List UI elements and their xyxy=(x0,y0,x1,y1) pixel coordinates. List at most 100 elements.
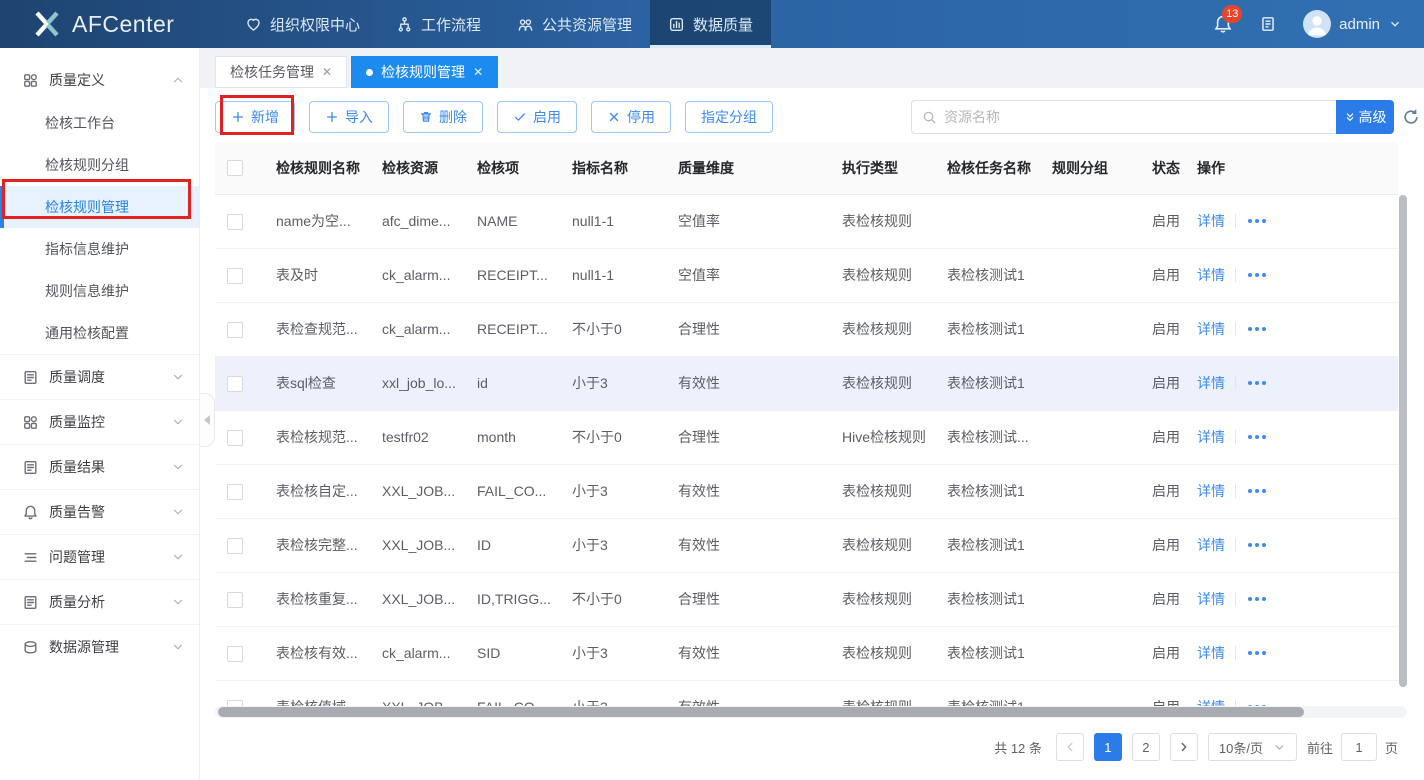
table-row[interactable]: 表及时 ck_alarm... RECEIPT... null1-1 空值率 表检核规则表… xyxy=(215,248,1398,303)
row-checkbox[interactable] xyxy=(227,213,243,230)
more-actions-button[interactable] xyxy=(1246,271,1268,279)
next-page-button[interactable] xyxy=(1169,733,1198,761)
table-container: 检核规则名称 检核资源 检核项 指标名称 质量维度 执行类型 检核任务名称 规则分组 状态 操作 … xyxy=(215,142,1407,706)
row-checkbox[interactable] xyxy=(227,537,243,554)
more-actions-button[interactable] xyxy=(1246,433,1268,441)
row-checkbox[interactable] xyxy=(227,429,243,446)
table-row[interactable]: 表检核完整... XXL_JOB... ID 小于3 有效性 表检核规则 表检核测试1 启用详… xyxy=(215,518,1398,573)
table-row[interactable]: 表检核有效... ck_alarm... SID 小于3 有效性 表检核规则 表检核测试1 启… xyxy=(215,626,1398,681)
row-checkbox[interactable] xyxy=(227,267,243,284)
指定分组-button[interactable]: 指定分组 xyxy=(685,101,773,133)
sidebar-group-header-质量监控[interactable]: 质量监控 xyxy=(0,400,199,444)
cell-group xyxy=(1040,680,1140,706)
advanced-search-button[interactable]: 高级 xyxy=(1336,100,1394,134)
table-row[interactable]: 表检查规范... ck_alarm... RECEIPT... 不小于0 合理性 表检核规… xyxy=(215,302,1398,357)
column-header-质量维度: 质量维度 xyxy=(666,142,830,195)
nav-item-工作流程[interactable]: 工作流程 xyxy=(378,0,499,48)
detail-link[interactable]: 详情 xyxy=(1197,427,1225,447)
row-checkbox[interactable] xyxy=(227,591,243,608)
more-actions-button[interactable] xyxy=(1246,595,1268,603)
sidebar-item-检核规则管理[interactable]: 检核规则管理 xyxy=(0,186,199,228)
停用-button[interactable]: 停用 xyxy=(591,101,671,133)
tab-检核任务管理[interactable]: 检核任务管理 ✕ xyxy=(215,56,348,88)
select-all-checkbox[interactable] xyxy=(227,160,243,177)
notifications-button[interactable]: 13 xyxy=(1213,5,1243,34)
horizontal-scrollbar[interactable] xyxy=(215,706,1407,718)
tab-close-icon[interactable]: ✕ xyxy=(473,65,483,79)
row-checkbox[interactable] xyxy=(227,645,243,662)
more-actions-button[interactable] xyxy=(1246,649,1268,657)
more-actions-button[interactable] xyxy=(1246,487,1268,495)
sidebar-group-header-质量调度[interactable]: 质量调度 xyxy=(0,355,199,399)
sidebar-group-header-质量定义[interactable]: 质量定义 xyxy=(0,58,199,102)
chevron-down-icon xyxy=(1391,21,1399,27)
vertical-scrollbar[interactable] xyxy=(1399,195,1407,687)
row-checkbox[interactable] xyxy=(227,321,243,338)
document-button[interactable] xyxy=(1259,15,1277,33)
tab-close-icon[interactable]: ✕ xyxy=(322,65,332,79)
chevron-down-icon xyxy=(1275,744,1284,750)
detail-link[interactable]: 详情 xyxy=(1197,643,1225,663)
sidebar-group-label: 数据源管理 xyxy=(49,639,119,655)
horizontal-scrollbar-thumb[interactable] xyxy=(218,707,1304,717)
detail-link[interactable]: 详情 xyxy=(1197,535,1225,555)
table-row[interactable]: 表检核规范... testfr02 month 不小于0 合理性 Hive检核规则 表检核测… xyxy=(215,410,1398,465)
sidebar-item-规则信息维护[interactable]: 规则信息维护 xyxy=(0,270,199,312)
heart-icon xyxy=(247,18,260,31)
启用-button[interactable]: 启用 xyxy=(497,101,577,133)
detail-link[interactable]: 详情 xyxy=(1197,373,1225,393)
operation-divider xyxy=(1235,430,1236,444)
more-actions-button[interactable] xyxy=(1246,379,1268,387)
row-checkbox[interactable] xyxy=(227,483,243,500)
search-input[interactable] xyxy=(944,109,1326,125)
user-menu[interactable]: admin xyxy=(1303,10,1402,38)
table-row[interactable]: 表检核自定... XXL_JOB... FAIL_CO... 小于3 有效性 表检核规则表… xyxy=(215,464,1398,519)
row-checkbox[interactable] xyxy=(227,375,243,392)
table-row[interactable]: 表sql检查 xxl_job_lo... id 小于3 有效性 表检核规则 表检核测试1 启用… xyxy=(215,356,1398,411)
active-tab-dot xyxy=(366,68,374,76)
sidebar-group-header-质量结果[interactable]: 质量结果 xyxy=(0,445,199,489)
detail-link[interactable]: 详情 xyxy=(1197,589,1225,609)
sidebar-group-header-质量分析[interactable]: 质量分析 xyxy=(0,580,199,624)
新增-button[interactable]: 新增 xyxy=(215,101,295,133)
detail-link[interactable]: 详情 xyxy=(1197,697,1225,706)
table-row[interactable]: name为空... afc_dime... NAME null1-1 空值率 表检核规则 启… xyxy=(215,194,1398,249)
sidebar-collapse-handle[interactable] xyxy=(200,393,215,447)
nav-item-组织权限中心[interactable]: 组织权限中心 xyxy=(227,0,378,48)
more-actions-button[interactable] xyxy=(1246,325,1268,333)
sidebar-item-检核规则分组[interactable]: 检核规则分组 xyxy=(0,144,199,186)
page-size-select[interactable]: 10条/页 xyxy=(1207,733,1297,761)
table-row[interactable]: 表检核重复... XXL_JOB... ID,TRIGG... 不小于0 合理性 表检核规… xyxy=(215,572,1398,627)
sidebar-item-检核工作台[interactable]: 检核工作台 xyxy=(0,102,199,144)
sidebar-group-header-质量告警[interactable]: 质量告警 xyxy=(0,490,199,534)
chevron-down-icon xyxy=(173,464,183,470)
more-actions-button[interactable] xyxy=(1246,541,1268,549)
chevron-right-icon xyxy=(1181,742,1187,752)
删除-button[interactable]: 删除 xyxy=(403,101,483,133)
sidebar-group-label: 质量告警 xyxy=(49,504,105,520)
cell-name: 表检核规范... xyxy=(264,410,370,465)
more-actions-button[interactable] xyxy=(1246,217,1268,225)
table-row[interactable]: 表检核值域...XXL_JOB...FAIL_CO...小于3有效性表检核规则表… xyxy=(215,680,1398,706)
sidebar-group-header-问题管理[interactable]: 问题管理 xyxy=(0,535,199,579)
sidebar-item-通用检核配置[interactable]: 通用检核配置 xyxy=(0,312,199,354)
nav-item-数据质量[interactable]: 数据质量 xyxy=(650,0,772,48)
tab-检核规则管理[interactable]: 检核规则管理 ✕ xyxy=(351,56,499,88)
导入-button[interactable]: 导入 xyxy=(309,101,389,133)
nav-item-公共资源管理[interactable]: 公共资源管理 xyxy=(499,0,650,48)
cell-resource: ck_alarm... xyxy=(370,626,465,681)
primary-nav: 组织权限中心 工作流程 公共资源管理 数据质量 xyxy=(227,0,772,48)
goto-page-input[interactable] xyxy=(1340,733,1377,761)
detail-link[interactable]: 详情 xyxy=(1197,265,1225,285)
detail-link[interactable]: 详情 xyxy=(1197,481,1225,501)
page-button-2[interactable]: 2 xyxy=(1131,733,1160,761)
cell-resource: afc_dime... xyxy=(370,194,465,249)
prev-page-button[interactable] xyxy=(1055,733,1084,761)
detail-link[interactable]: 详情 xyxy=(1197,211,1225,231)
operation-divider xyxy=(1235,538,1236,552)
sidebar-item-指标信息维护[interactable]: 指标信息维护 xyxy=(0,228,199,270)
page-button-1[interactable]: 1 xyxy=(1093,733,1122,761)
refresh-button[interactable] xyxy=(1402,108,1420,126)
sidebar-group-header-数据源管理[interactable]: 数据源管理 xyxy=(0,625,199,669)
detail-link[interactable]: 详情 xyxy=(1197,319,1225,339)
